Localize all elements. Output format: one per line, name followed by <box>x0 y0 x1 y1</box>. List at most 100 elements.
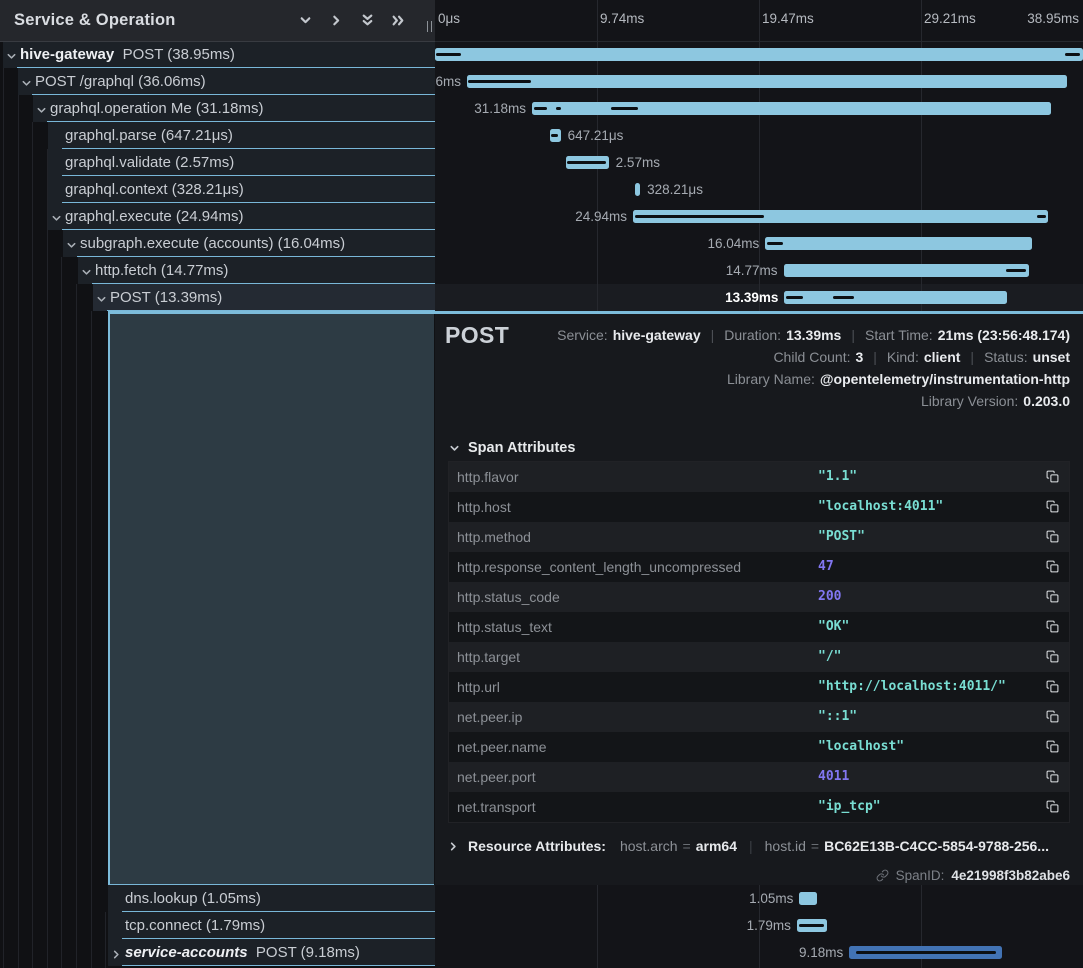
span-id-value: 4e21998f3b82abe6 <box>951 868 1070 883</box>
collapse-one-level-icon[interactable] <box>329 14 343 28</box>
attribute-value: "localhost:4011" <box>818 492 943 522</box>
span-duration-label: 1.79ms <box>747 912 791 939</box>
copy-value-button[interactable] <box>1046 770 1060 784</box>
span-row[interactable]: graphql.operation Me (31.18ms) <box>0 95 435 122</box>
copy-value-button[interactable] <box>1046 740 1060 754</box>
chevron-down-icon[interactable] <box>51 211 62 222</box>
chevron-down-icon[interactable] <box>81 265 92 276</box>
span-row[interactable]: subgraph.execute (accounts) (16.04ms) <box>0 230 435 257</box>
attribute-key: http.response_content_length_uncompresse… <box>457 552 741 582</box>
copy-value-button[interactable] <box>1046 560 1060 574</box>
attribute-key: net.peer.name <box>457 732 547 762</box>
child-span-mark <box>786 296 803 299</box>
overview-value: 13.39ms <box>786 327 841 343</box>
attribute-row: net.peer.ip"::1" <box>449 702 1069 732</box>
span-bar[interactable] <box>635 183 640 196</box>
span-row[interactable]: graphql.execute (24.94ms) <box>0 203 435 230</box>
indent-guide <box>76 284 77 968</box>
attribute-value: 4011 <box>818 762 849 792</box>
span-duration-label: 647.21μs <box>568 122 624 149</box>
span-duration-label: 1.05ms <box>749 885 793 912</box>
overview-label: Duration: <box>724 327 781 343</box>
span-row[interactable]: service-accounts POST (9.18ms) <box>0 939 435 966</box>
span-attributes-header[interactable]: Span Attributes <box>449 440 575 456</box>
span-detail-title: POST <box>445 322 509 349</box>
span-row[interactable]: tcp.connect (1.79ms) <box>0 912 435 939</box>
child-span-mark <box>767 242 783 245</box>
expand-all-icon[interactable] <box>360 14 374 28</box>
overview-line: Child Count:3|Kind:client|Status:unset <box>773 346 1070 368</box>
span-row-label: hive-gateway POST (38.95ms) <box>20 41 235 68</box>
child-span-mark <box>833 296 855 299</box>
span-duration-label: 24.94ms <box>575 203 627 230</box>
span-row[interactable]: graphql.validate (2.57ms) <box>0 149 435 176</box>
copy-value-button[interactable] <box>1046 620 1060 634</box>
chevron-right-icon[interactable] <box>111 947 122 958</box>
attribute-row: http.status_text "OK" <box>449 612 1069 642</box>
ruler-tick: 9.74ms <box>600 11 644 26</box>
chevron-down-icon[interactable] <box>21 76 32 87</box>
attribute-key: http.status_text <box>457 612 552 642</box>
span-duration-label: 2.57ms <box>616 149 660 176</box>
span-row[interactable]: POST (13.39ms) <box>0 284 435 311</box>
span-bar[interactable] <box>784 264 1030 277</box>
attribute-row: net.peer.port4011 <box>449 762 1069 792</box>
span-row[interactable]: http.fetch (14.77ms) <box>0 257 435 284</box>
link-icon[interactable] <box>876 869 889 882</box>
span-bar[interactable] <box>797 919 827 932</box>
span-bar[interactable] <box>566 156 609 169</box>
span-bar[interactable] <box>765 237 1032 250</box>
separator: | <box>711 327 715 343</box>
resource-attributes-row[interactable]: Resource Attributes: host.arch=arm64|hos… <box>448 833 1049 859</box>
span-bar[interactable] <box>849 946 1002 959</box>
span-bar[interactable] <box>467 75 1067 88</box>
attribute-row: http.target"/" <box>449 642 1069 672</box>
span-duration-label: 16.04ms <box>707 230 759 257</box>
timeline-ruler[interactable]: 0μs9.74ms19.47ms29.21ms38.95ms <box>435 0 1083 42</box>
span-bar[interactable] <box>550 129 561 142</box>
copy-value-button[interactable] <box>1046 800 1060 814</box>
attribute-value: "OK" <box>818 612 849 642</box>
span-bar[interactable] <box>784 291 1007 304</box>
copy-value-button[interactable] <box>1046 680 1060 694</box>
attribute-value: 200 <box>818 582 841 612</box>
copy-value-button[interactable] <box>1046 650 1060 664</box>
span-row-label: graphql.context (328.21μs) <box>65 176 244 203</box>
span-duration-label: 9.18ms <box>799 939 843 966</box>
chevron-down-icon[interactable] <box>36 103 47 114</box>
span-duration-label: 328.21μs <box>647 176 703 203</box>
resource-key: host.id <box>765 838 806 854</box>
child-span-mark <box>436 53 461 56</box>
copy-value-button[interactable] <box>1046 470 1060 484</box>
equals-sign: = <box>683 838 691 854</box>
child-span-mark <box>611 107 638 110</box>
copy-value-button[interactable] <box>1046 590 1060 604</box>
copy-value-button[interactable] <box>1046 710 1060 724</box>
span-bar[interactable] <box>799 892 816 905</box>
span-row[interactable]: hive-gateway POST (38.95ms) <box>0 41 435 68</box>
copy-value-button[interactable] <box>1046 500 1060 514</box>
span-row[interactable]: graphql.context (328.21μs) <box>0 176 435 203</box>
column-resize-handle[interactable] <box>427 21 433 32</box>
resource-value: BC62E13B-C4CC-5854-9788-256... <box>824 838 1049 854</box>
span-row[interactable]: POST /graphql (36.06ms) <box>0 68 435 95</box>
span-row[interactable]: graphql.parse (647.21μs) <box>0 122 435 149</box>
service-operation-header: Service & Operation <box>0 0 435 42</box>
copy-value-button[interactable] <box>1046 530 1060 544</box>
span-row-label: POST (13.39ms) <box>110 284 222 311</box>
chevron-down-icon[interactable] <box>96 292 107 303</box>
span-bar[interactable] <box>633 210 1048 223</box>
chevron-down-icon[interactable] <box>66 238 77 249</box>
child-span-mark <box>556 107 561 110</box>
collapse-all-icon[interactable] <box>391 14 405 28</box>
span-duration-label: 13.39ms <box>725 284 778 311</box>
span-row-label: dns.lookup (1.05ms) <box>125 885 261 912</box>
span-overview: Service:hive-gateway|Duration:13.39ms|St… <box>557 324 1070 412</box>
span-bar[interactable] <box>435 48 1083 61</box>
attribute-key: http.url <box>457 672 500 702</box>
chevron-down-icon[interactable] <box>6 49 17 60</box>
expand-one-level-icon[interactable] <box>298 14 312 28</box>
span-bar[interactable] <box>532 102 1051 115</box>
span-row[interactable]: dns.lookup (1.05ms) <box>0 885 435 912</box>
span-duration-label: 31.18ms <box>474 95 526 122</box>
